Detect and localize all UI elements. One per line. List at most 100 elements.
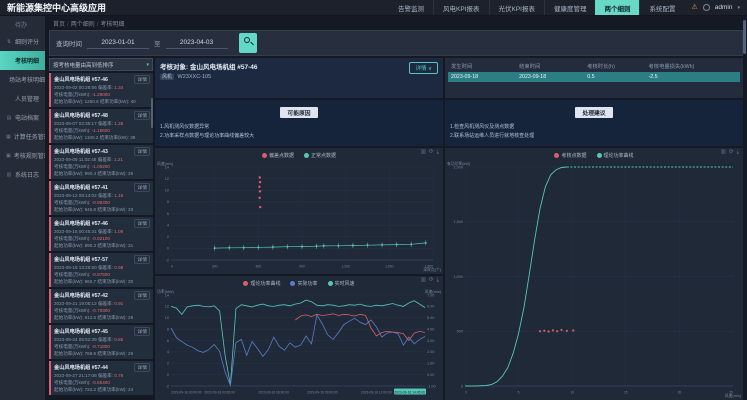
list-scrollbar[interactable] xyxy=(151,98,153,128)
event-card[interactable]: 金山风电场机组 #57-43详情2023-09-09 11:02:45 偏差率:… xyxy=(49,145,153,179)
nav-item-两个细则[interactable]: 两个细则 xyxy=(595,0,639,15)
toolbox-download-icon[interactable]: ⤓ xyxy=(437,150,439,156)
event-card-detail-badge[interactable]: 详情 xyxy=(134,111,150,120)
toolbox-restore-icon[interactable]: ⟳ xyxy=(429,278,434,284)
alarm-warning-icon[interactable]: ⚠ xyxy=(691,4,697,11)
suggestion-item: 2.联系场站运维人员进行就地核查处理 xyxy=(450,132,738,139)
event-card[interactable]: 金山风电场机组 #57-42详情2023-09-21 19:08:12 偏差率:… xyxy=(49,289,153,323)
svg-text:15: 15 xyxy=(624,391,628,395)
device-detail-button[interactable]: 详情 ∨ xyxy=(409,62,438,74)
sidebar-item-考核规则管理[interactable]: ▣考核规则管理 xyxy=(0,146,45,165)
toolbox-dataview-icon[interactable]: ▥ xyxy=(421,278,426,284)
breadcrumb-segment[interactable]: 首页 xyxy=(53,22,65,28)
svg-text:300: 300 xyxy=(212,265,218,269)
event-card-detail-badge[interactable]: 详情 xyxy=(134,183,150,192)
svg-text:2023-09-16 12:00:00: 2023-09-16 12:00:00 xyxy=(361,391,392,395)
sidebar-item-场站考核明细[interactable]: 场站考核明细 xyxy=(0,70,45,89)
sidebar-item-细则评分[interactable]: ⇅细则评分 xyxy=(0,32,45,51)
event-card-detail-badge[interactable]: 详情 xyxy=(134,255,150,264)
event-card-detail-badge[interactable]: 详情 xyxy=(134,327,150,336)
power-wind-line-chart[interactable]: -2-1.0000.0021.0042.0063.0084.00105.0012… xyxy=(155,288,443,398)
event-card[interactable]: 金山风电场机组 #57-48详情2023-09-07 02:35:17 偏差率:… xyxy=(49,109,153,143)
sidebar-item-系统日志[interactable]: ▥系统日志 xyxy=(0,165,45,184)
device-subtitle: 风机 W23XXC-105 xyxy=(160,73,438,80)
legend-item-理论功率曲线[interactable]: 理论功率曲线 xyxy=(243,280,280,287)
sort-dropdown[interactable]: 按考核电量由高到低排序 ▾ xyxy=(49,58,153,71)
svg-text:4: 4 xyxy=(167,223,169,227)
toolbox-dataview-icon[interactable]: ▥ xyxy=(721,150,726,156)
chevron-down-icon[interactable]: ▾ xyxy=(737,5,740,11)
breadcrumb-segment[interactable]: 两个细则 xyxy=(71,22,95,28)
nav-item-健康度管理[interactable]: 健康度管理 xyxy=(544,0,596,15)
assessed-energy-value: -1.29000 xyxy=(92,92,110,97)
toolbox-restore-icon[interactable]: ⟳ xyxy=(729,150,734,156)
nav-item-光伏KPI报表[interactable]: 光伏KPI报表 xyxy=(489,0,544,15)
table-header-cell: 考核电量损失(kWh) xyxy=(648,62,737,70)
nav-item-告警监测[interactable]: 告警监测 xyxy=(389,0,433,15)
toolbox-restore-icon[interactable]: ⟳ xyxy=(429,150,434,156)
toolbox-dataview-icon[interactable]: ▥ xyxy=(421,150,426,156)
event-card-energy-line: 考核电量(万kWh): -1.05200 xyxy=(54,164,150,170)
event-card-energy-line: 考核电量(万kWh): -0.87500 xyxy=(54,272,150,278)
legend-item-实际功率[interactable]: 实际功率 xyxy=(290,280,317,287)
query-time-label: 查询时间 xyxy=(56,38,82,48)
event-card[interactable]: 金山风电场机组 #57-57详情2023-09-18 13:26:50 偏差率:… xyxy=(49,253,153,287)
event-card[interactable]: 金山风电场机组 #57-41详情2023-09-12 08:14:02 偏差率:… xyxy=(49,181,153,215)
deviation-label: 偏差率: xyxy=(98,337,114,342)
event-card-title: 金山风电场机组 #57-43 xyxy=(54,148,108,155)
svg-text:2: 2 xyxy=(167,235,169,239)
event-card-title: 金山风电场机组 #57-48 xyxy=(54,112,108,119)
top-nav: 告警监测风电KPI报表光伏KPI报表健康度管理两个细则系统配置 xyxy=(389,0,684,15)
start-date-input[interactable] xyxy=(87,37,149,49)
legend-item-正常点数据[interactable]: 正常点数据 xyxy=(304,152,336,159)
table-row[interactable]: 2023-09-182023-09-180.5-2.5 xyxy=(448,72,740,82)
nav-item-系统配置[interactable]: 系统配置 xyxy=(639,0,684,15)
user-name[interactable]: admin xyxy=(715,4,733,11)
event-card-detail-badge[interactable]: 详情 xyxy=(134,75,150,84)
legend-swatch xyxy=(262,153,267,158)
power-curve-chart[interactable]: 05001,0001,5002,0000510152025有功功率(kW)风速(… xyxy=(445,160,743,398)
svg-text:10: 10 xyxy=(570,391,574,395)
sidebar-item-人员管理[interactable]: 人员管理 xyxy=(0,89,45,108)
event-card-title: 金山风电场机组 #57-45 xyxy=(54,328,108,335)
sidebar-item-icon: ▦ xyxy=(6,134,11,140)
legend-item-理论功率曲线[interactable]: 理论功率曲线 xyxy=(597,152,634,159)
svg-text:-2: -2 xyxy=(166,258,169,262)
legend-item-偏差点数据[interactable]: 偏差点数据 xyxy=(262,152,294,159)
svg-text:0: 0 xyxy=(167,247,169,251)
table-cell: 2023-09-18 xyxy=(451,74,519,80)
legend-item-考核点数据[interactable]: 考核点数据 xyxy=(554,152,586,159)
event-card-detail-badge[interactable]: 详情 xyxy=(134,291,150,300)
toolbox-download-icon[interactable]: ⤓ xyxy=(737,150,739,156)
sidebar-item-待办[interactable]: 待办 xyxy=(0,16,45,32)
event-time: 2023-09-27 21:17:08 xyxy=(54,373,98,378)
svg-text:10: 10 xyxy=(165,316,169,320)
table-header-row: 发生时间结束时间考核时长(h)考核电量损失(kWh) xyxy=(448,60,740,72)
deviation-label: 偏差率: xyxy=(98,157,114,162)
event-card-detail-badge[interactable]: 详情 xyxy=(134,363,150,372)
event-card[interactable]: 金山风电场机组 #57-44详情2023-09-27 21:17:08 偏差率:… xyxy=(49,361,153,395)
event-card[interactable]: 金山风电场机组 #57-46详情2023-09-02 00:28:56 偏差率:… xyxy=(49,73,153,107)
event-card-meta-line: 起始功率(kW): 1250.6 结束功率(kW): 40 xyxy=(54,99,150,105)
end-date-input[interactable] xyxy=(166,37,228,49)
event-card[interactable]: 金山风电场机组 #57-45详情2023-09-24 05:52:39 偏差率:… xyxy=(49,325,153,359)
assessed-energy-label: 考核电量(万kWh): xyxy=(54,272,92,277)
nav-item-风电KPI报表[interactable]: 风电KPI报表 xyxy=(433,0,488,15)
device-info-panel: 考核对象: 金山风电场机组 #57-46 风机 W23XXC-105 详情 ∨ xyxy=(155,58,443,98)
deviation-scatter-chart[interactable]: -20246810121403006009001,2001,5001,800风速… xyxy=(155,160,443,272)
event-card-detail-badge[interactable]: 详情 xyxy=(134,147,150,156)
sidebar-item-考核明细[interactable]: 考核明细 xyxy=(0,51,45,70)
search-button[interactable] xyxy=(239,33,257,53)
sidebar-item-电站档案[interactable]: ▤电站档案 xyxy=(0,108,45,127)
event-card-detail-badge[interactable]: 详情 xyxy=(134,219,150,228)
toolbox-download-icon[interactable]: ⤓ xyxy=(437,278,439,284)
sidebar-item-计算任务管理[interactable]: ▦计算任务管理 xyxy=(0,127,45,146)
suggestion-panel: 处理建议 1.检查风机测风仪及测点数据2.联系场站运维人员进行就地核查处理 xyxy=(445,100,743,146)
assessed-energy-value: -0.65400 xyxy=(92,380,110,385)
window-scrollbar[interactable] xyxy=(743,20,746,54)
event-card[interactable]: 金山风电场机组 #57-46详情2023-09-16 00:45:31 偏差率:… xyxy=(49,217,153,251)
deviation-label: 偏差率: xyxy=(98,121,114,126)
legend-item-实时风速[interactable]: 实时风速 xyxy=(328,280,355,287)
deviation-value: 0.79 xyxy=(114,373,123,378)
svg-text:3.00: 3.00 xyxy=(427,339,434,343)
